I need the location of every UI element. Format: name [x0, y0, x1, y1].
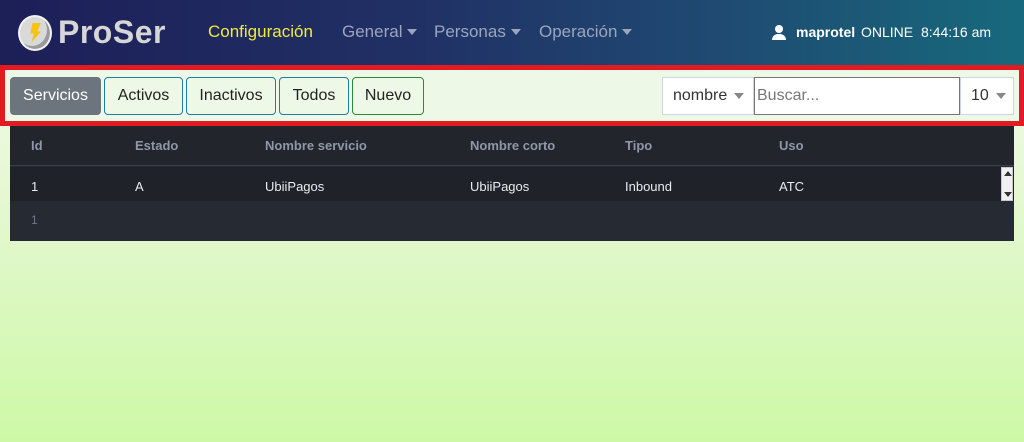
nav-operacion-label: Operación	[539, 22, 618, 41]
table-header: Id Estado Nombre servicio Nombre corto T…	[10, 126, 1014, 166]
scroll-up-icon[interactable]	[1004, 171, 1012, 176]
nav-general-label: General	[342, 22, 403, 41]
username: maprotel	[796, 24, 856, 40]
activos-button[interactable]: Activos	[104, 77, 183, 115]
cell-id: 1	[31, 179, 39, 194]
chevron-down-icon	[407, 29, 418, 35]
column-header-nombre-servicio[interactable]: Nombre servicio	[265, 138, 367, 153]
column-header-id[interactable]: Id	[31, 138, 43, 153]
cell-uso: ATC	[779, 179, 805, 194]
nav-personas[interactable]: Personas	[434, 22, 521, 42]
connection-status: ONLINE	[861, 24, 913, 40]
column-header-uso[interactable]: Uso	[779, 138, 804, 153]
todos-button[interactable]: Todos	[279, 77, 349, 115]
table-scrollbar[interactable]	[1001, 167, 1013, 201]
chevron-down-icon	[622, 29, 633, 35]
chevron-down-icon	[510, 29, 521, 35]
clock-time: 8:44:16 am	[921, 24, 992, 40]
services-table: Id Estado Nombre servicio Nombre corto T…	[10, 126, 1014, 241]
search-field-select[interactable]: nombre	[662, 77, 754, 115]
clock: 8:44:16 am	[921, 24, 991, 40]
search-field-value: nombre	[673, 87, 728, 104]
cell-nombre-corto: UbiiPagos	[470, 179, 530, 194]
brand-name: ProSer	[58, 14, 166, 50]
search-input[interactable]	[754, 77, 960, 115]
brand-logo[interactable]: ProSer	[18, 14, 166, 51]
column-header-estado[interactable]: Estado	[135, 138, 178, 153]
cell-estado: A	[135, 179, 144, 194]
table-row[interactable]: 1 A UbiiPagos UbiiPagos Inbound ATC	[10, 167, 1014, 201]
page-size-select[interactable]: 10	[960, 77, 1014, 115]
nav-personas-label: Personas	[434, 22, 506, 41]
user-menu[interactable]: maprotel	[772, 24, 855, 40]
record-count: 1	[31, 213, 38, 227]
service-toolbar: Servicios Activos Inactivos Todos Nuevo …	[0, 65, 1024, 126]
inactivos-button[interactable]: Inactivos	[186, 77, 276, 115]
servicios-button[interactable]: Servicios	[10, 77, 101, 115]
scroll-down-icon[interactable]	[1004, 192, 1012, 197]
nav-configuracion[interactable]: Configuración	[208, 22, 313, 42]
nav-operacion[interactable]: Operación	[539, 22, 633, 42]
cell-nombre-servicio: UbiiPagos	[265, 179, 325, 194]
nav-configuracion-label: Configuración	[208, 22, 313, 41]
nuevo-button[interactable]: Nuevo	[352, 77, 424, 115]
column-header-tipo[interactable]: Tipo	[625, 138, 652, 153]
chevron-down-icon	[734, 93, 745, 99]
cell-tipo: Inbound	[625, 179, 672, 194]
top-navbar: ProSer Configuración General Personas Op…	[0, 0, 1024, 65]
user-icon	[772, 24, 786, 40]
column-header-nombre-corto[interactable]: Nombre corto	[470, 138, 555, 153]
chevron-down-icon	[995, 93, 1006, 99]
logo-icon	[18, 14, 52, 51]
status-text: ONLINE	[861, 24, 914, 40]
nav-general[interactable]: General	[342, 22, 418, 42]
page-size-value: 10	[971, 87, 989, 104]
